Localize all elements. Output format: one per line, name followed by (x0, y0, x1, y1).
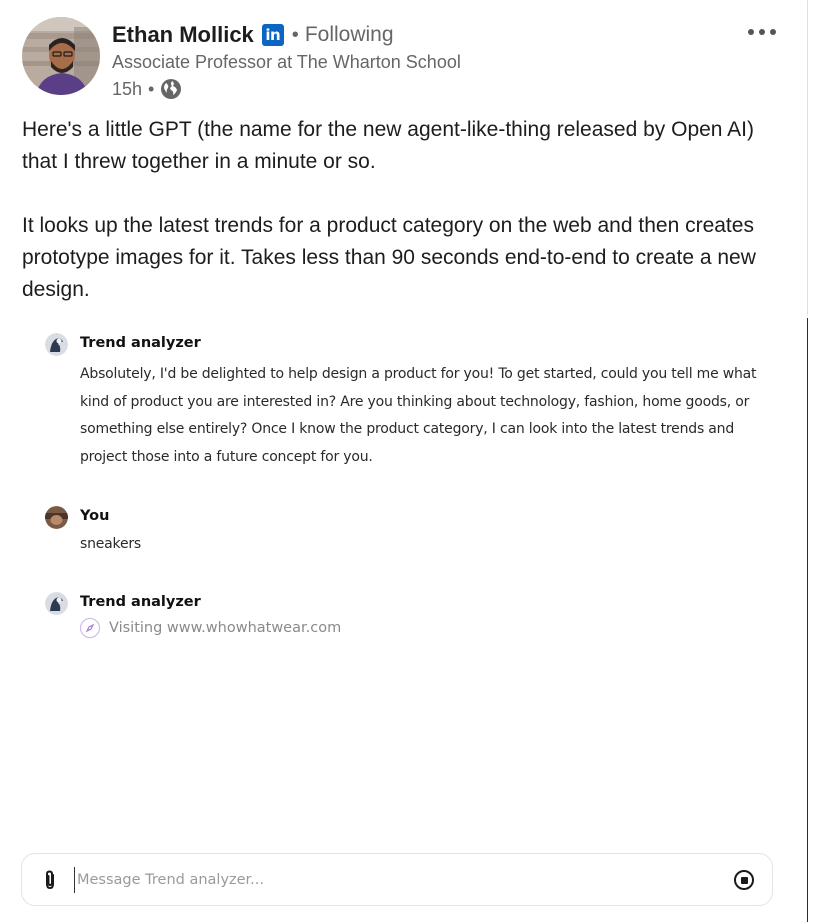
stop-generating-button[interactable] (734, 870, 754, 890)
post-time: 15h (112, 78, 143, 99)
message-text: Absolutely, I'd be delighted to help des… (80, 366, 757, 465)
post-paragraph: It looks up the latest trends for a prod… (22, 214, 756, 301)
chat-message-user: You sneakers (45, 506, 765, 556)
linkedin-icon: in (261, 24, 284, 46)
author-photo (22, 17, 100, 95)
post-text: Here's a little GPT (the name for the ne… (22, 114, 792, 338)
author-name[interactable]: Ethan Mollick (112, 22, 254, 48)
message-text: sneakers (80, 536, 142, 552)
message-composer (21, 853, 773, 906)
trend-analyzer-avatar (45, 333, 68, 356)
more-options-button[interactable] (742, 24, 782, 40)
trend-analyzer-avatar (45, 592, 68, 615)
author-headline: Associate Professor at The Wharton Schoo… (112, 52, 461, 72)
post-card-border (807, 0, 808, 315)
author-avatar[interactable] (22, 17, 100, 95)
message-author: Trend analyzer (80, 594, 201, 610)
chat-message-assistant: Trend analyzer Absolutely, I'd be deligh… (45, 333, 765, 473)
browsing-status-text: Visiting www.whowhatwear.com (109, 620, 342, 636)
embedded-screenshot-border (807, 318, 808, 922)
message-input[interactable] (74, 867, 677, 893)
separator-dot: • (291, 23, 299, 46)
paperclip-icon[interactable] (40, 869, 60, 891)
compass-icon (80, 618, 100, 638)
globe-icon (161, 79, 182, 99)
message-author: You (80, 508, 110, 524)
follow-status: Following (304, 23, 394, 46)
separator-dot: • (148, 78, 155, 99)
browsing-status: Visiting www.whowhatwear.com (80, 618, 341, 638)
author-name-row: Ethan Mollick in • Following (112, 20, 394, 50)
post-paragraph: Here's a little GPT (the name for the ne… (22, 118, 754, 173)
post-meta: 15h • (112, 78, 182, 100)
user-avatar (45, 506, 68, 529)
chat-message-assistant: Trend analyzer Visiting www.whowhatwear.… (45, 592, 765, 652)
message-author: Trend analyzer (80, 335, 201, 351)
